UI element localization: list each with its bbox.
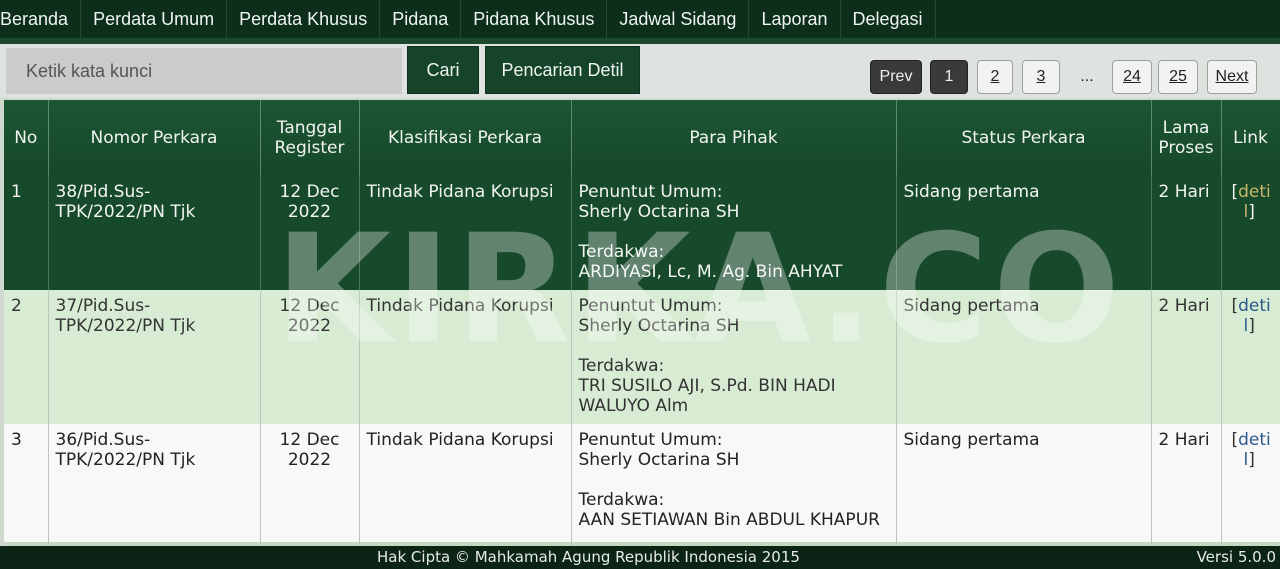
header-tanggal-register: Tanggal Register — [260, 100, 360, 176]
cell-no: 1 — [4, 176, 49, 290]
penuntut-name: Sherly Octarina SH — [578, 316, 740, 336]
cell-no: 2 — [4, 290, 49, 424]
terdakwa-label: Terdakwa: — [578, 356, 665, 376]
cell-nomor-perkara: 36/Pid.Sus- TPK/2022/PN Tjk — [48, 424, 261, 542]
nomor-line-2: TPK/2022/PN Tjk — [55, 202, 196, 222]
pagination-prev[interactable]: Prev — [870, 60, 922, 94]
detail-link-tail[interactable]: l — [1232, 450, 1249, 470]
link-bracket-close: ] — [1248, 202, 1255, 222]
tanggal-line-1: 12 Dec — [279, 296, 340, 316]
table-row: 1 38/Pid.Sus- TPK/2022/PN Tjk 12 Dec 202… — [4, 176, 1280, 290]
header-nomor-perkara: Nomor Perkara — [48, 100, 261, 176]
terdakwa-label: Terdakwa: — [578, 490, 665, 510]
detail-link[interactable]: deti — [1238, 296, 1271, 316]
penuntut-name: Sherly Octarina SH — [578, 202, 740, 222]
nav-item-laporan[interactable]: Laporan — [749, 0, 841, 38]
cell-link: [deti l] — [1221, 290, 1280, 424]
cell-para-pihak: Penuntut Umum: Sherly Octarina SH Terdak… — [571, 290, 897, 424]
cell-lama: 2 Hari — [1151, 424, 1222, 542]
pagination-next[interactable]: Next — [1207, 60, 1257, 94]
tanggal-line-2: 2022 — [287, 202, 332, 222]
top-nav: Beranda Perdata Umum Perdata Khusus Pida… — [0, 0, 1280, 44]
detail-link[interactable]: deti — [1238, 182, 1271, 202]
search-button[interactable]: Cari — [407, 46, 479, 94]
nav-item-pidana-khusus[interactable]: Pidana Khusus — [461, 0, 608, 38]
penuntut-label: Penuntut Umum: — [578, 430, 723, 450]
nav-item-pidana[interactable]: Pidana — [380, 0, 462, 38]
header-no: No — [4, 100, 49, 176]
cell-status: Sidang pertama — [896, 176, 1152, 290]
detail-link-tail[interactable]: l — [1232, 316, 1249, 336]
link-bracket-close: ] — [1248, 450, 1255, 470]
cell-status: Sidang pertama — [896, 424, 1152, 542]
penuntut-name: Sherly Octarina SH — [578, 450, 740, 470]
pagination-page-25[interactable]: 25 — [1158, 60, 1198, 94]
cell-para-pihak: Penuntut Umum: Sherly Octarina SH Terdak… — [571, 424, 897, 542]
cell-nomor-perkara: 38/Pid.Sus- TPK/2022/PN Tjk — [48, 176, 261, 290]
header-status-perkara: Status Perkara — [896, 100, 1152, 176]
nomor-line-1: 36/Pid.Sus- — [55, 430, 151, 450]
table-row: 3 36/Pid.Sus- TPK/2022/PN Tjk 12 Dec 202… — [4, 424, 1280, 542]
pagination-page-1[interactable]: 1 — [930, 60, 968, 94]
footer-copyright: Hak Cipta © Mahkamah Agung Republik Indo… — [377, 548, 800, 566]
header-klasifikasi-perkara: Klasifikasi Perkara — [359, 100, 572, 176]
terdakwa-label: Terdakwa: — [578, 242, 665, 262]
cell-klasifikasi: Tindak Pidana Korupsi — [359, 176, 572, 290]
pagination-ellipsis: ... — [1080, 68, 1094, 85]
advanced-search-button[interactable]: Pencarian Detil — [485, 46, 640, 94]
terdakwa-name-1: ARDIYASI, Lc, M. Ag. Bin AHYAT — [578, 262, 843, 282]
cell-tanggal: 12 Dec 2022 — [260, 176, 360, 290]
terdakwa-name-1: AAN SETIAWAN Bin ABDUL KHAPUR — [578, 510, 880, 530]
header-para-pihak: Para Pihak — [571, 100, 897, 176]
cell-nomor-perkara: 37/Pid.Sus- TPK/2022/PN Tjk — [48, 290, 261, 424]
nav-item-jadwal-sidang[interactable]: Jadwal Sidang — [607, 0, 750, 38]
cell-tanggal: 12 Dec 2022 — [260, 290, 360, 424]
cell-link: [deti l] — [1221, 176, 1280, 290]
footer: Hak Cipta © Mahkamah Agung Republik Indo… — [0, 546, 1280, 569]
cell-no: 3 — [4, 424, 49, 542]
pagination-page-2[interactable]: 2 — [977, 60, 1013, 94]
nav-item-beranda[interactable]: Beranda — [0, 0, 82, 38]
cell-lama: 2 Hari — [1151, 176, 1222, 290]
search-bar: Ketik kata kunci Cari Pencarian Detil Pr… — [0, 44, 1280, 98]
penuntut-label: Penuntut Umum: — [578, 296, 723, 316]
pagination-page-24[interactable]: 24 — [1112, 60, 1152, 94]
nomor-line-1: 38/Pid.Sus- — [55, 182, 151, 202]
detail-link[interactable]: deti — [1238, 430, 1271, 450]
cell-status: Sidang pertama — [896, 290, 1152, 424]
search-input[interactable]: Ketik kata kunci — [6, 48, 402, 94]
footer-version: Versi 5.0.0 — [1196, 548, 1276, 566]
header-link: Link — [1221, 100, 1280, 176]
nomor-line-1: 37/Pid.Sus- — [55, 296, 151, 316]
table-header-row: No Nomor Perkara Tanggal Register Klasif… — [4, 100, 1280, 176]
cell-para-pihak: Penuntut Umum: Sherly Octarina SH Terdak… — [571, 176, 897, 290]
terdakwa-name-1: TRI SUSILO AJI, S.Pd. BIN HADI — [578, 376, 836, 396]
nomor-line-2: TPK/2022/PN Tjk — [55, 316, 196, 336]
cell-lama: 2 Hari — [1151, 290, 1222, 424]
cell-link: [deti l] — [1221, 424, 1280, 542]
header-lama-proses: Lama Proses — [1151, 100, 1222, 176]
cell-tanggal: 12 Dec 2022 — [260, 424, 360, 542]
tanggal-line-1: 12 Dec — [279, 430, 340, 450]
penuntut-label: Penuntut Umum: — [578, 182, 723, 202]
nomor-line-2: TPK/2022/PN Tjk — [55, 450, 196, 470]
pagination-page-3[interactable]: 3 — [1022, 60, 1060, 94]
nav-item-perdata-umum[interactable]: Perdata Umum — [81, 0, 228, 38]
terdakwa-name-2: WALUYO Alm — [578, 396, 689, 416]
cell-klasifikasi: Tindak Pidana Korupsi — [359, 290, 572, 424]
tanggal-line-1: 12 Dec — [279, 182, 340, 202]
detail-link-tail[interactable]: l — [1232, 202, 1249, 222]
tanggal-line-2: 2022 — [287, 316, 332, 336]
cell-klasifikasi: Tindak Pidana Korupsi — [359, 424, 572, 542]
nav-item-perdata-khusus[interactable]: Perdata Khusus — [227, 0, 381, 38]
link-bracket-close: ] — [1248, 316, 1255, 336]
nav-item-delegasi[interactable]: Delegasi — [841, 0, 936, 38]
tanggal-line-2: 2022 — [287, 450, 332, 470]
case-table: No Nomor Perkara Tanggal Register Klasif… — [4, 100, 1280, 546]
table-row: 2 37/Pid.Sus- TPK/2022/PN Tjk 12 Dec 202… — [4, 290, 1280, 424]
